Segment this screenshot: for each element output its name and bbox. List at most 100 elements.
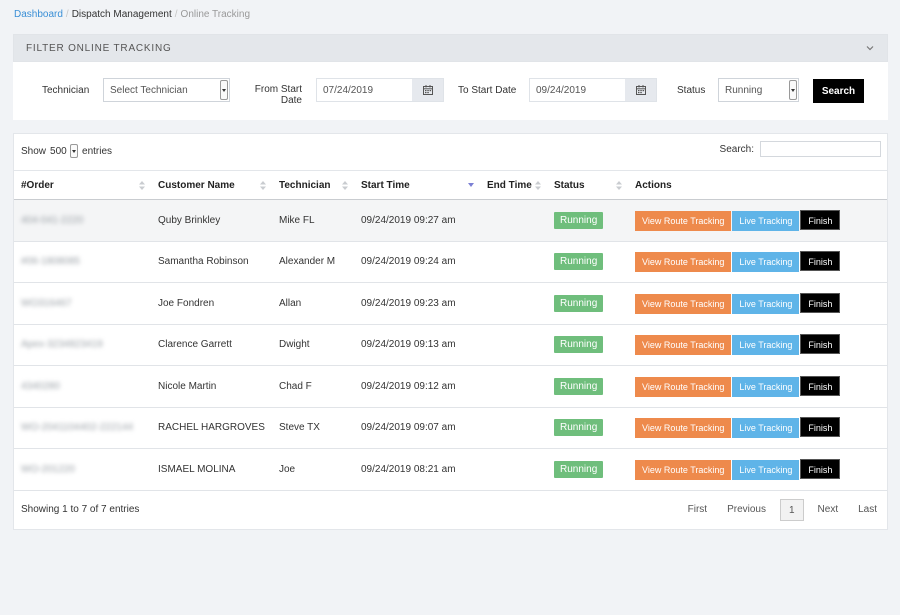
finish-button[interactable]: Finish [800,209,841,230]
customer-cell: Nicole Martin [151,365,272,408]
finish-button[interactable]: Finish [800,417,841,438]
order-cell: WO-2041104402-222144 [14,407,151,449]
table-info: Showing 1 to 7 of 7 entries [21,504,140,515]
chevron-down-icon [70,144,79,158]
live-tracking-button[interactable]: Live Tracking [732,418,800,439]
calendar-icon[interactable] [412,79,443,101]
customer-cell: ISMAEL MOLINA [151,448,272,491]
breadcrumb-separator: / [65,9,69,20]
column-header-customer-name[interactable]: Customer Name [151,170,272,200]
end-time-cell [480,324,547,366]
actions-cell: View Route Tracking Live Tracking Finish [628,324,887,366]
column-header-label: #Order [21,179,54,191]
finish-button[interactable]: Finish [800,458,841,479]
customer-cell: Clarence Garrett [151,324,272,366]
sort-icon [342,181,348,190]
to-start-date-value: 09/24/2019 [536,84,587,96]
to-start-date-label: To Start Date [458,85,517,96]
entries-length-select[interactable]: 500 [50,144,79,158]
end-time-cell [480,448,547,491]
status-badge: Running [554,460,604,478]
live-tracking-button[interactable]: Live Tracking [732,459,800,480]
start-time-cell: 09/24/2019 08:21 am [354,448,480,491]
view-route-tracking-button[interactable]: View Route Tracking [635,210,732,231]
live-tracking-button[interactable]: Live Tracking [732,210,800,231]
status-select-value: Running [725,84,763,96]
table-row: 4340280 Nicole Martin Chad F 09/24/2019 … [14,365,887,408]
start-time-cell: 09/24/2019 09:13 am [354,324,480,366]
view-route-tracking-button[interactable]: View Route Tracking [635,252,732,273]
chevron-down-icon[interactable] [865,43,875,53]
live-tracking-button[interactable]: Live Tracking [732,335,800,356]
status-badge: Running [554,419,604,437]
status-cell: Running [547,324,628,366]
actions-cell: View Route Tracking Live Tracking Finish [628,241,887,283]
finish-button[interactable]: Finish [800,334,841,355]
calendar-icon[interactable] [625,79,656,101]
start-time-cell: 09/24/2019 09:27 am [354,199,480,242]
column-header-start-time[interactable]: Start Time [354,170,480,200]
to-start-date-input[interactable]: 09/24/2019 [529,78,657,102]
finish-button[interactable]: Finish [800,251,841,272]
from-start-date-value: 07/24/2019 [323,84,374,96]
technician-cell: Joe [272,448,354,491]
view-route-tracking-button[interactable]: View Route Tracking [635,293,732,314]
pagination-next[interactable]: Next [808,499,849,521]
column-header-technician[interactable]: Technician [272,170,354,200]
live-tracking-button[interactable]: Live Tracking [732,376,800,397]
view-route-tracking-button[interactable]: View Route Tracking [635,418,732,439]
order-number: WO-2041104402-222144 [21,422,134,434]
end-time-cell [480,241,547,283]
view-route-tracking-button[interactable]: View Route Tracking [635,459,732,480]
status-label: Status [677,85,706,96]
end-time-cell [480,282,547,325]
actions-cell: View Route Tracking Live Tracking Finish [628,199,887,242]
live-tracking-button[interactable]: Live Tracking [732,293,800,314]
status-select[interactable]: Running [718,78,799,102]
column-header-label: Actions [635,179,672,191]
technician-cell: Dwight [272,324,354,366]
table-row: WO316467 Joe Fondren Allan 09/24/2019 09… [14,282,887,325]
order-number: Apex-3234823419 [21,339,103,351]
end-time-cell [480,199,547,242]
live-tracking-button[interactable]: Live Tracking [732,252,800,273]
finish-button[interactable]: Finish [800,375,841,396]
technician-cell: Chad F [272,365,354,408]
column-header-actions: Actions [628,170,887,200]
end-time-cell [480,365,547,408]
table-search-label: Search: [719,143,754,155]
column-header-end-time[interactable]: End Time [480,170,547,200]
table-row: WO-201220 ISMAEL MOLINA Joe 09/24/2019 0… [14,448,887,491]
pagination-last[interactable]: Last [848,499,887,521]
start-time-cell: 09/24/2019 09:07 am [354,407,480,449]
sort-desc-icon [468,183,474,187]
column-header-status[interactable]: Status [547,170,628,200]
status-cell: Running [547,407,628,449]
status-badge: Running [554,294,604,312]
status-cell: Running [547,241,628,283]
pagination: First Previous 1 Next Last [678,499,887,521]
pagination-first[interactable]: First [678,499,717,521]
actions-cell: View Route Tracking Live Tracking Finish [628,365,887,408]
from-start-date-input[interactable]: 07/24/2019 [316,78,444,102]
breadcrumb-dispatch-management[interactable]: Dispatch Management [72,9,172,20]
table-row: #06-1808085 Samantha Robinson Alexander … [14,241,887,283]
table-search-input[interactable] [760,141,881,157]
tracking-table: #Order Customer Name Technician Start Ti… [14,170,887,491]
entries-length-control: Show 500 entries [21,144,112,158]
start-time-cell: 09/24/2019 09:24 am [354,241,480,283]
finish-button[interactable]: Finish [800,292,841,313]
technician-select[interactable]: Select Technician [103,78,230,102]
view-route-tracking-button[interactable]: View Route Tracking [635,335,732,356]
order-number: WO-201220 [21,463,75,475]
filter-panel-header[interactable]: FILTER ONLINE TRACKING [13,34,888,62]
search-button[interactable]: Search [813,79,864,103]
pagination-previous[interactable]: Previous [717,499,776,521]
pagination-page-1[interactable]: 1 [779,499,804,521]
breadcrumb-dashboard-link[interactable]: Dashboard [14,9,63,20]
view-route-tracking-button[interactable]: View Route Tracking [635,376,732,397]
order-number: WO316467 [21,297,72,309]
column-header-order[interactable]: #Order [14,170,151,200]
status-badge: Running [554,211,604,229]
filter-panel-title: FILTER ONLINE TRACKING [26,42,172,54]
